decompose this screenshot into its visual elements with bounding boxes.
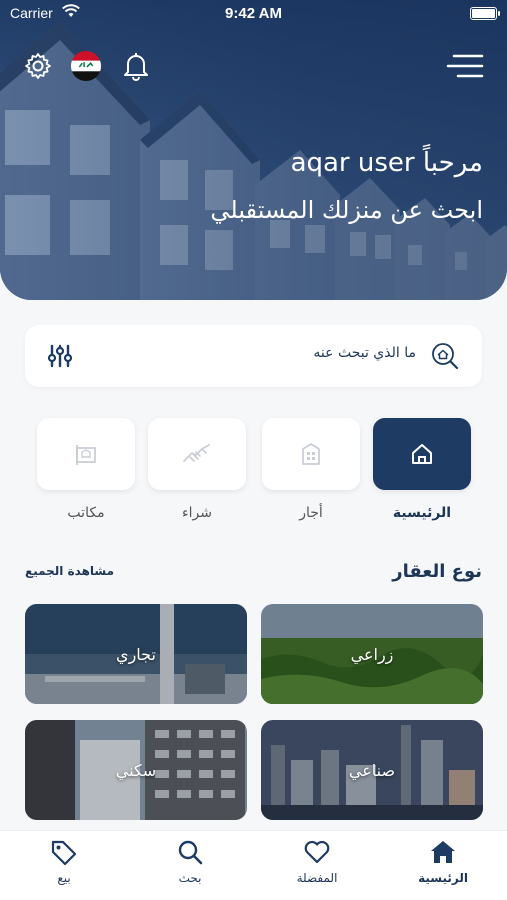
home-search-icon	[432, 343, 459, 370]
tab-home-label: الرئيسية	[418, 871, 468, 885]
category-buy[interactable]	[148, 418, 246, 490]
handshake-icon	[183, 444, 210, 462]
category-home[interactable]	[373, 418, 471, 490]
tab-favorites[interactable]: المفضلة	[262, 839, 372, 885]
home-icon	[412, 444, 432, 464]
category-buy-label: شراء	[182, 505, 212, 521]
building-icon	[302, 443, 320, 465]
category-home-label: الرئيسية	[392, 505, 452, 521]
home-icon	[431, 841, 455, 863]
tile-label: تجاري	[116, 644, 156, 664]
search-placeholder[interactable]: ما الذي تبحث عنه	[313, 345, 416, 361]
bell-icon	[124, 53, 148, 81]
gear-icon	[25, 53, 51, 79]
heart-icon	[304, 840, 330, 864]
office-icon	[76, 445, 96, 465]
category-offices-label: مكاتب	[67, 505, 105, 521]
tab-sell-label: بيع	[57, 871, 71, 885]
bottom-tab-bar: الرئيسية المفضلة بحث بيع	[0, 830, 507, 900]
search-bar[interactable]: ما الذي تبحث عنه	[25, 325, 482, 387]
hero-subtitle: ابحث عن منزلك المستقبلي	[210, 196, 483, 224]
tab-search-label: بحث	[178, 871, 202, 885]
status-bar: Carrier 9:42 AM	[0, 0, 507, 28]
battery-icon	[470, 7, 500, 20]
settings-button[interactable]	[22, 50, 54, 82]
tab-home[interactable]: الرئيسية	[388, 839, 498, 885]
tile-label: صناعي	[348, 760, 396, 780]
greeting-text: مرحباً aqar user	[290, 148, 483, 178]
property-type-title: نوع العقار	[392, 561, 482, 582]
filter-sliders-icon[interactable]	[47, 343, 73, 369]
tile-label: سكني	[115, 760, 157, 780]
tab-sell[interactable]: بيع	[9, 839, 119, 885]
notifications-button[interactable]	[120, 50, 152, 82]
menu-button[interactable]	[446, 50, 484, 82]
see-all-link[interactable]: مشاهدة الجميع	[25, 564, 114, 578]
property-type-residential[interactable]: سكني	[25, 720, 247, 820]
category-offices[interactable]	[37, 418, 135, 490]
tag-icon	[51, 840, 77, 865]
property-type-industrial[interactable]: صناعي	[261, 720, 483, 820]
tab-search[interactable]: بحث	[135, 839, 245, 885]
property-type-agricultural[interactable]: زراعي	[261, 604, 483, 704]
category-rent-label: أجار	[299, 505, 323, 521]
property-type-commercial[interactable]: تجاري	[25, 604, 247, 704]
clock: 9:42 AM	[225, 5, 282, 22]
tab-favorites-label: المفضلة	[296, 871, 338, 885]
language-flag-button[interactable]	[70, 50, 102, 82]
iraq-flag-icon	[70, 50, 102, 82]
category-rent[interactable]	[262, 418, 360, 490]
search-icon	[178, 840, 203, 865]
tile-label: زراعي	[350, 644, 394, 664]
menu-icon	[446, 54, 484, 78]
